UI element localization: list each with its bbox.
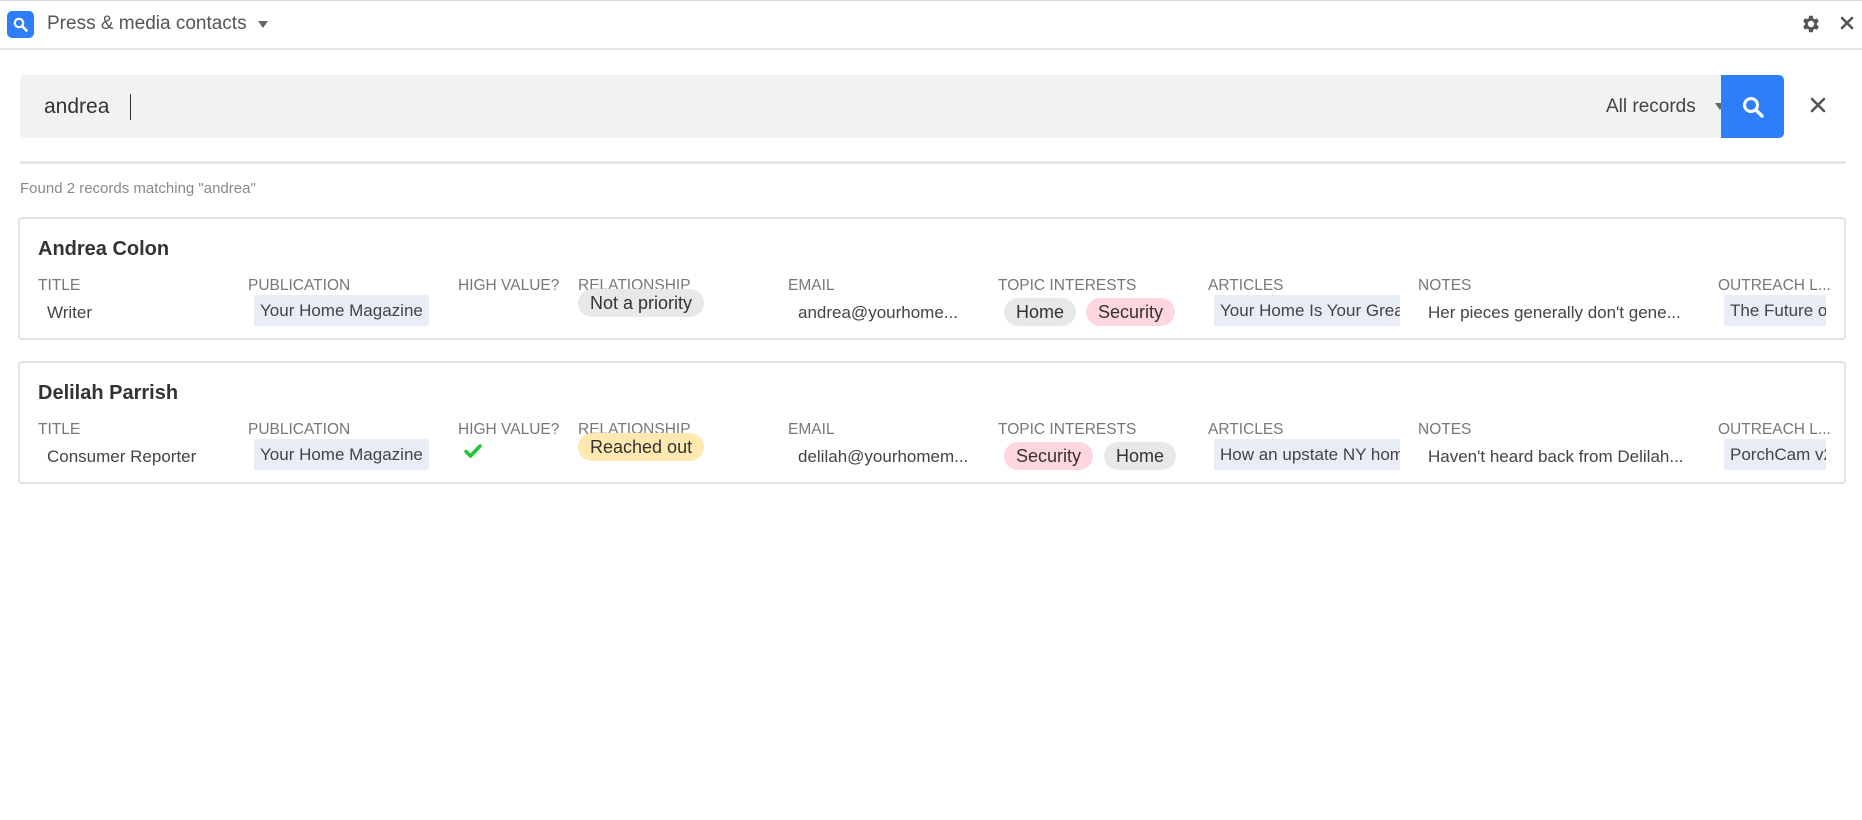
record-name[interactable]: Andrea Colon [38,237,169,261]
search-input[interactable] [44,93,1044,121]
outreach-label: OUTREACH L... [1718,277,1831,294]
scope-select[interactable]: All records [1606,95,1696,119]
relationship-pill: Not a priority [578,289,705,317]
record-card[interactable]: Delilah Parrish TITLE PUBLICATION HIGH V… [18,361,1846,484]
topic-pill: Home [1004,298,1077,326]
email-value[interactable]: andrea@yourhome... [798,303,958,323]
title-label: TITLE [38,277,81,294]
close-icon [1810,97,1826,113]
notes-value: Her pieces generally don't gene... [1428,303,1681,322]
high-value-label: HIGH VALUE? [458,277,560,294]
text-cursor [130,94,131,120]
email-value[interactable]: delilah@yourhomem... [798,447,968,467]
record-card[interactable]: Andrea Colon TITLE PUBLICATION HIGH VALU… [18,217,1846,340]
chevron-down-icon[interactable] [258,21,268,28]
search-app-icon [7,11,34,38]
notes-value: Haven't heard back from Delilah... [1428,447,1684,466]
relationship-pill: Reached out [578,433,705,461]
clear-search-button[interactable] [1808,95,1828,120]
checkmark-icon [464,443,482,464]
app-title[interactable]: Press & media contacts [47,13,247,35]
title-label: TITLE [38,421,81,438]
divider [20,161,1846,164]
topic-pill: Security [1086,298,1176,326]
results-summary: Found 2 records matching "andrea" [20,180,256,197]
publication-label: PUBLICATION [248,421,351,438]
close-icon[interactable] [1839,15,1855,36]
record-name[interactable]: Delilah Parrish [38,381,178,405]
outreach-chip[interactable]: PorchCam v2 [1724,439,1826,470]
topic-pill: Security [1004,442,1094,470]
title-value: Writer [47,303,93,322]
publication-chip[interactable]: Your Home Magazine [254,295,429,326]
article-chip[interactable]: Your Home Is Your Greatest Investment [1214,295,1400,326]
high-value-label: HIGH VALUE? [458,421,560,438]
publication-label: PUBLICATION [248,277,351,294]
notes-label: NOTES [1418,277,1472,294]
search-button[interactable] [1721,75,1784,138]
top-bar: Press & media contacts [0,0,1862,50]
publication-chip[interactable]: Your Home Magazine [254,439,429,470]
topic-pill: Home [1104,442,1177,470]
email-label: EMAIL [788,421,835,438]
topic-interests-label: TOPIC INTERESTS [998,277,1137,294]
email-label: EMAIL [788,277,835,294]
article-chip[interactable]: How an upstate NY homeowner [1214,439,1400,470]
articles-label: ARTICLES [1208,421,1284,438]
outreach-label: OUTREACH L... [1718,421,1831,438]
notes-label: NOTES [1418,421,1472,438]
articles-label: ARTICLES [1208,277,1284,294]
title-value: Consumer Reporter [47,447,197,466]
outreach-chip[interactable]: The Future of Home Security [1724,295,1826,326]
gear-icon[interactable] [1800,13,1822,40]
topic-interests-label: TOPIC INTERESTS [998,421,1137,438]
search-bar: All records [20,75,1725,138]
